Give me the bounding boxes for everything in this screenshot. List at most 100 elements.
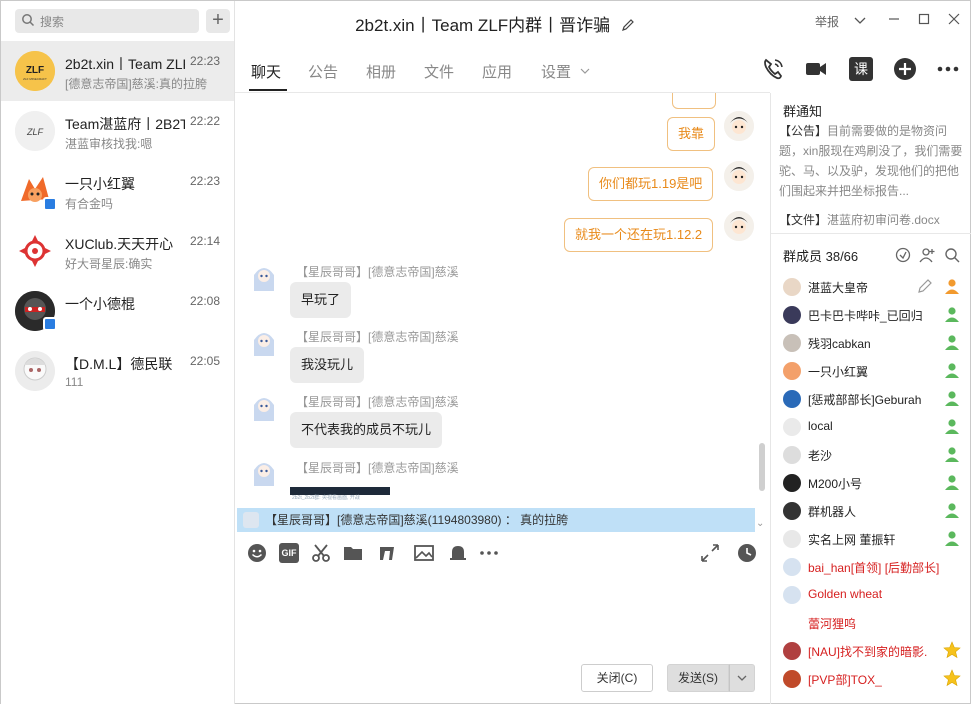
avatar: [783, 446, 801, 464]
scrollbar[interactable]: [759, 443, 765, 491]
close-button[interactable]: 关闭(C): [581, 664, 653, 692]
message-bubble-incoming: 早玩了: [290, 282, 352, 318]
conversation-item[interactable]: ZLFZLF MINECRAFT 2b2t.xin丨Team ZLF内群 22:…: [1, 41, 234, 101]
conversation-item[interactable]: XUClub.天天开心 22:14 好大哥星辰:确实: [1, 221, 234, 281]
scissors-icon[interactable]: [311, 543, 331, 563]
chevron-down-icon[interactable]: [849, 9, 871, 31]
search-placeholder: 搜索: [40, 15, 65, 29]
avatar: [783, 558, 801, 576]
avatar: [783, 418, 801, 436]
avatar: [783, 614, 801, 632]
search-icon[interactable]: [944, 247, 960, 263]
members-title: 群成员 38/66: [783, 249, 859, 264]
edit-icon[interactable]: [621, 18, 635, 32]
member-item[interactable]: [PVP部]TOX_: [771, 665, 971, 693]
avatar: [783, 474, 801, 492]
member-item[interactable]: bai_han[首领] [后勤部长]: [771, 553, 971, 581]
music-icon[interactable]: [377, 543, 397, 563]
avatar: ZLF: [15, 111, 55, 151]
member-item[interactable]: [NAU]找不到家的暗影.: [771, 637, 971, 665]
member-name: M200小号: [808, 477, 863, 491]
tab-apps[interactable]: 应用: [482, 61, 512, 82]
avatar: [783, 362, 801, 380]
video-icon[interactable]: [804, 57, 828, 81]
member-item[interactable]: 巴卡巴卡哔咔_已回归: [771, 301, 971, 329]
conversation-time: 22:22: [189, 114, 220, 128]
avatar: [783, 670, 801, 688]
bell-icon[interactable]: [448, 543, 468, 563]
edit-icon[interactable]: [917, 278, 933, 294]
avatar: [250, 391, 278, 423]
add-member-icon[interactable]: [919, 247, 935, 263]
more-icon[interactable]: [936, 57, 960, 81]
conversation-item[interactable]: ZLF Team湛蓝府丨2B2T 22:22 湛蓝审核找我:嗯: [1, 101, 234, 161]
member-name: [NAU]找不到家的暗影.: [808, 645, 928, 659]
tab-files[interactable]: 文件: [424, 61, 454, 82]
tab-chat[interactable]: 聊天: [251, 61, 281, 82]
expand-icon[interactable]: [700, 543, 720, 563]
reply-quote-bar[interactable]: 【星辰哥哥】[德意志帝国]慈溪(1194803980) ： 真的拉胯: [237, 508, 755, 532]
chevron-down-icon: [737, 675, 747, 681]
add-button[interactable]: +: [206, 9, 230, 33]
class-icon[interactable]: 课: [849, 57, 873, 81]
tab-notice[interactable]: 公告: [308, 61, 338, 82]
message-bubble-outgoing: 我靠: [667, 117, 716, 151]
member-name: [PVP部]TOX_: [808, 673, 882, 687]
gif-icon[interactable]: GIF: [279, 543, 299, 563]
member-name: Golden wheat: [808, 587, 883, 601]
conversation-name: 2b2t.xin丨Team ZLF内群: [65, 56, 185, 72]
conversation-item[interactable]: 一只小红翼 22:23 有合金吗: [1, 161, 234, 221]
phone-icon[interactable]: [761, 57, 785, 81]
conversation-item[interactable]: 一个小德棍 22:08: [1, 281, 234, 341]
member-item[interactable]: 一只小红翼: [771, 357, 971, 385]
message-bubble-incoming: 我没玩儿: [290, 347, 365, 383]
more-icon[interactable]: [479, 543, 499, 563]
member-item[interactable]: Golden wheat: [771, 581, 971, 609]
member-item[interactable]: M200小号: [771, 469, 971, 497]
add-circle-icon[interactable]: [893, 57, 917, 81]
member-item[interactable]: [惩戒部部长]Geburah: [771, 385, 971, 413]
close-icon[interactable]: [943, 9, 965, 31]
avatar: [783, 390, 801, 408]
conversation-name: 一个小德棍: [65, 296, 135, 312]
notice-file[interactable]: 【文件】湛蓝府初审问卷.docx: [779, 211, 940, 228]
tab-album[interactable]: 相册: [366, 61, 396, 82]
member-name: 实名上网 董振轩: [808, 533, 896, 547]
member-icon: [945, 335, 959, 350]
member-item[interactable]: 老沙: [771, 441, 971, 469]
avatar: [15, 231, 55, 271]
tab-settings[interactable]: 设置: [541, 61, 590, 82]
sender-name: 【星辰哥哥】[德意志帝国]慈溪: [296, 461, 459, 475]
send-options-button[interactable]: [729, 664, 755, 692]
search-icon: [22, 14, 35, 27]
member-manage-icon[interactable]: [895, 247, 911, 263]
sender-name: 【星辰哥哥】[德意志帝国]慈溪: [296, 330, 459, 344]
member-item[interactable]: 群机器人: [771, 497, 971, 525]
conversation-preview: 有合金吗: [65, 197, 114, 211]
star-icon: [943, 641, 961, 659]
conversation-time: 22:23: [189, 174, 220, 188]
notice-body[interactable]: 【公告】目前需要做的是物资问题，xin服现在鸡刷没了，我们需要驼、马、以及驴，发…: [779, 121, 967, 201]
maximize-icon[interactable]: [913, 9, 935, 31]
emoji-icon[interactable]: [247, 543, 267, 563]
message-bubble-outgoing: [672, 93, 716, 109]
sender-name: 【星辰哥哥】[德意志帝国]慈溪: [296, 265, 459, 279]
report-button[interactable]: 举报: [815, 13, 839, 30]
history-clock-icon[interactable]: [737, 543, 757, 563]
member-item[interactable]: 实名上网 董振轩: [771, 525, 971, 553]
image-icon[interactable]: [414, 543, 434, 563]
send-button[interactable]: 发送(S): [667, 664, 729, 692]
folder-icon[interactable]: [343, 543, 363, 563]
member-item[interactable]: local: [771, 413, 971, 441]
member-item[interactable]: 湛蓝大皇帝: [771, 273, 971, 301]
member-item[interactable]: 蕾河狸呜: [771, 609, 971, 637]
minimize-icon[interactable]: [883, 9, 905, 31]
conversation-time: 22:23: [189, 54, 220, 68]
message-list[interactable]: 我靠 你们都玩1.19是吧 就我一个还在玩1.12.2 【星辰哥哥】[德意志帝国…: [235, 93, 769, 508]
chevron-down-icon[interactable]: ⌄: [756, 518, 764, 529]
search-input[interactable]: 搜索: [15, 9, 199, 33]
member-item[interactable]: 残羽cabkan: [771, 329, 971, 357]
image-message[interactable]: 2b2t_2b2t群: 央视看画面, 开战: [290, 487, 390, 501]
avatar: [250, 261, 278, 293]
conversation-item[interactable]: 【D.M.L】德民联 22:05 111: [1, 341, 234, 401]
